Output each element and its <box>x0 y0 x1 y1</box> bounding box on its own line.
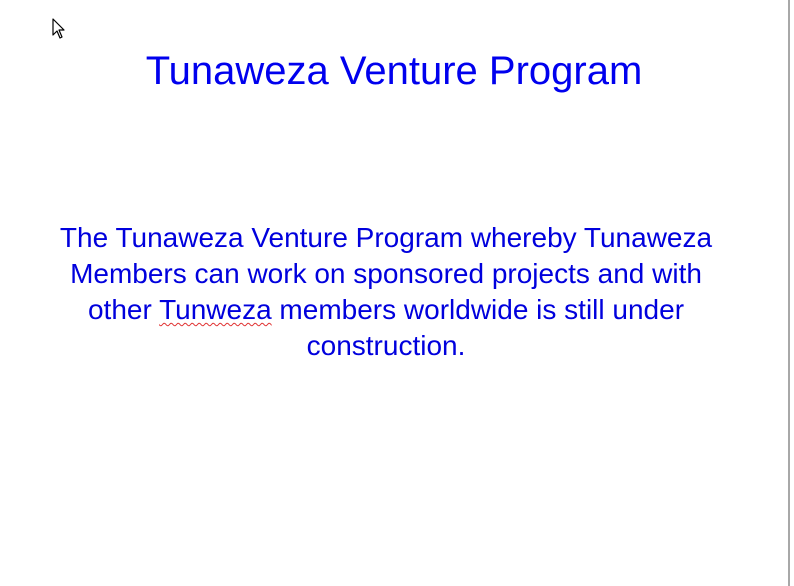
misspelled-word: Tunweza <box>159 294 272 325</box>
presentation-slide: Tunaweza Venture Program The Tunaweza Ve… <box>0 0 794 586</box>
slide-title: Tunaweza Venture Program <box>145 49 643 93</box>
mouse-pointer-icon <box>52 18 65 39</box>
body-text-part-2: members worldwide is still under constru… <box>271 294 685 361</box>
window-right-margin <box>790 0 794 586</box>
slide-body-text: The Tunaweza Venture Program whereby Tun… <box>55 220 717 364</box>
